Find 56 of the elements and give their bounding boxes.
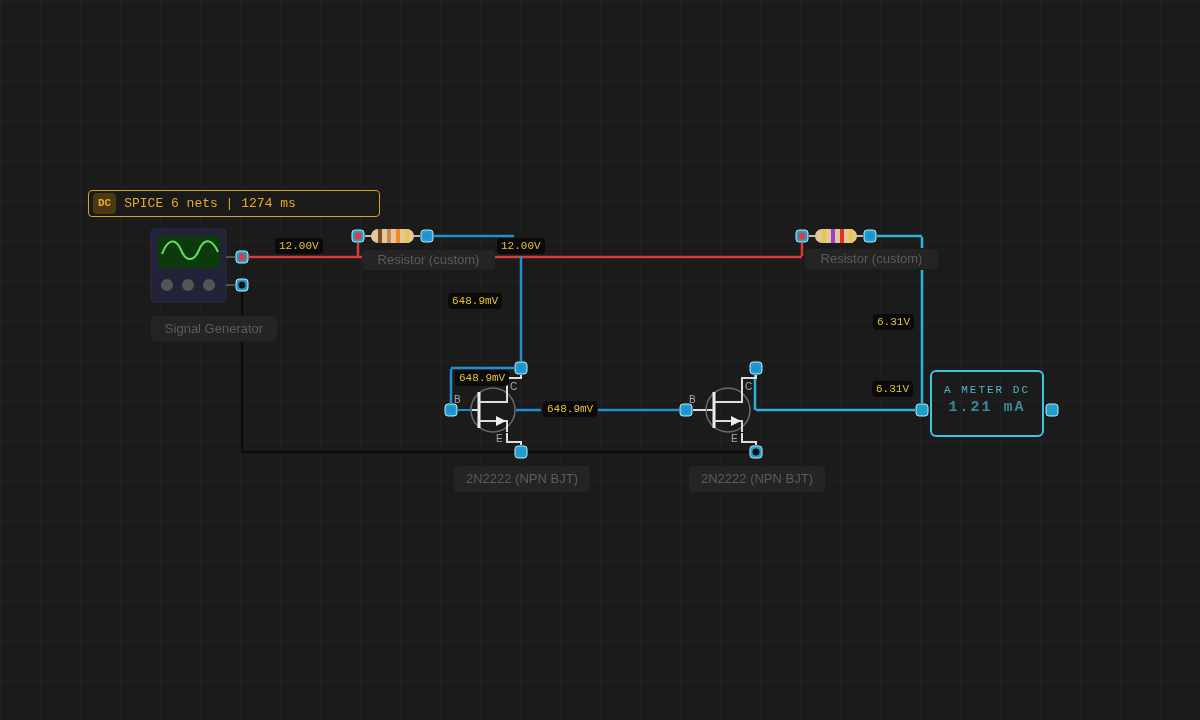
wire[interactable] xyxy=(920,270,924,403)
mode-chip: DC xyxy=(93,193,117,214)
resistor-drawing[interactable] xyxy=(364,229,421,243)
terminal[interactable] xyxy=(514,361,528,375)
terminal[interactable] xyxy=(795,229,809,243)
pin-label: E xyxy=(496,434,503,444)
resistor-drawing[interactable] xyxy=(808,229,864,243)
voltage-label: 6.31V xyxy=(872,381,913,397)
wire[interactable] xyxy=(756,408,915,412)
lead-wire xyxy=(692,409,707,411)
terminal[interactable] xyxy=(514,445,528,459)
wire[interactable] xyxy=(877,234,922,238)
signal-generator-drawing[interactable] xyxy=(150,228,236,303)
meter-box[interactable]: A METER DC 1.21 mA xyxy=(930,370,1044,437)
component-label: Resistor (custom) xyxy=(805,249,938,269)
pin-label: C xyxy=(745,382,753,392)
terminal[interactable] xyxy=(749,445,763,459)
lead-wire xyxy=(506,374,522,389)
meter-reading: 1.21 mA xyxy=(948,399,1026,417)
wire[interactable] xyxy=(753,375,757,410)
terminal[interactable] xyxy=(679,403,693,417)
component-label: Signal Generator xyxy=(151,316,277,341)
pin-label: E xyxy=(731,434,738,444)
terminal[interactable] xyxy=(863,229,877,243)
lead-wire xyxy=(457,409,472,411)
wire[interactable] xyxy=(449,369,453,403)
terminal[interactable] xyxy=(420,229,434,243)
wire[interactable] xyxy=(598,408,679,412)
pin-label: C xyxy=(510,382,518,392)
wire[interactable] xyxy=(434,234,514,238)
terminal[interactable] xyxy=(444,403,458,417)
terminal[interactable] xyxy=(351,229,365,243)
wire[interactable] xyxy=(519,256,523,361)
component-label: Resistor (custom) xyxy=(362,250,495,270)
pin-label: B xyxy=(454,395,461,405)
terminal[interactable] xyxy=(235,278,249,292)
voltage-label: 12.00V xyxy=(275,238,323,254)
wire[interactable] xyxy=(516,408,541,412)
component-label: 2N2222 (NPN BJT) xyxy=(689,466,825,492)
terminal[interactable] xyxy=(1045,403,1059,417)
meter-title: A METER DC xyxy=(944,384,1030,397)
terminal[interactable] xyxy=(235,250,249,264)
terminal[interactable] xyxy=(915,403,929,417)
terminal[interactable] xyxy=(749,361,763,375)
status-text: SPICE 6 nets | 1274 ms xyxy=(124,194,296,213)
lead-wire xyxy=(741,432,757,446)
lead-wire xyxy=(506,432,522,446)
voltage-label: 12.00V xyxy=(497,238,545,254)
wire[interactable] xyxy=(451,366,514,370)
voltage-label: 648.9mV xyxy=(455,370,510,386)
voltage-label: 648.9mV xyxy=(543,401,598,417)
voltage-label: 648.9mV xyxy=(448,293,503,309)
voltage-label: 6.31V xyxy=(873,314,914,330)
component-label: 2N2222 (NPN BJT) xyxy=(454,466,590,492)
lead-wire xyxy=(741,374,757,389)
pin-label: B xyxy=(689,395,696,405)
